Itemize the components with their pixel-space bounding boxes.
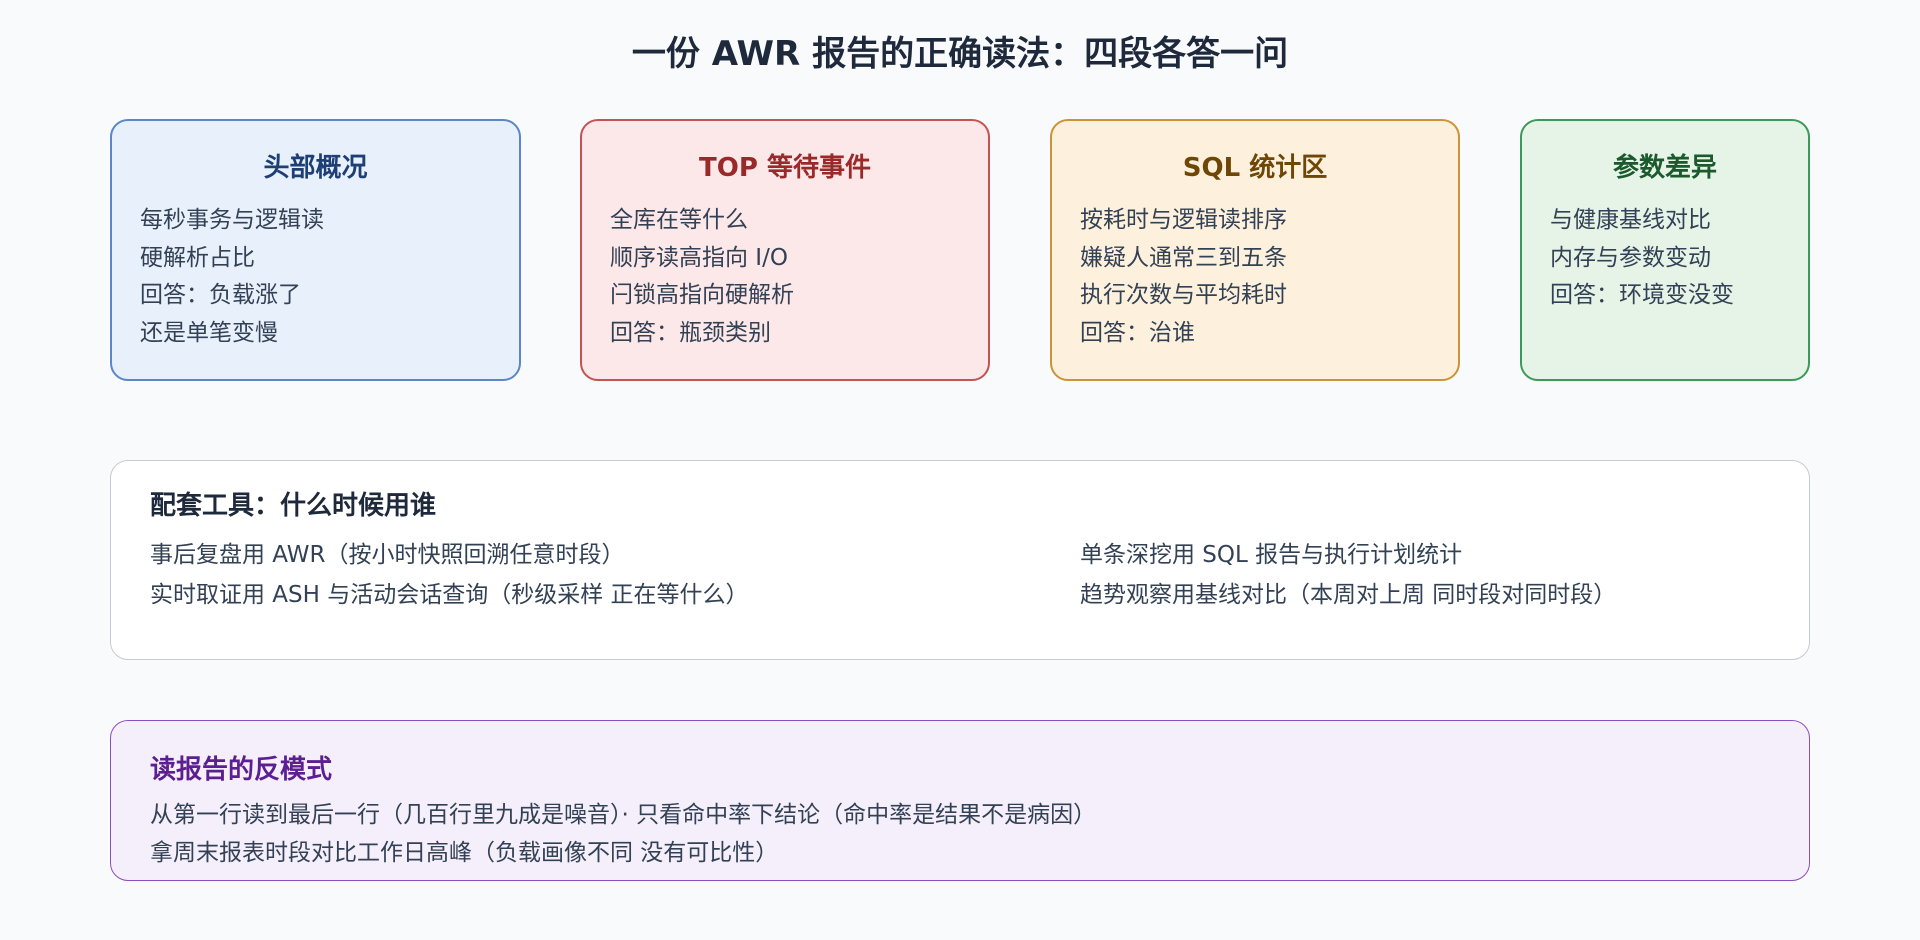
card-line: 与健康基线对比 [1550,207,1711,233]
card-line: 内存与参数变动 [1550,244,1711,271]
card-title: 头部概况 [263,153,368,183]
card-line: 还是单笔变慢 [140,319,278,346]
tool-item: 实时取证用 ASH 与活动会话查询（秒级采样 正在等什么） [150,582,749,608]
page-title: 一份 AWR 报告的正确读法：四段各答一问 [631,34,1289,74]
anti-patterns-panel: 读报告的反模式 从第一行读到最后一行（几百行里九成是噪音）· 只看命中率下结论（… [110,720,1810,881]
card-line: 硬解析占比 [140,244,255,271]
diagram-page: 一份 AWR 报告的正确读法：四段各答一问 头部概况 每秒事务与逻辑读 硬解析占… [0,0,1920,940]
anti-pattern-line: 拿周末报表时段对比工作日高峰（负载画像不同 没有可比性） [150,840,779,866]
tool-item: 单条深挖用 SQL 报告与执行计划统计 [1080,542,1463,568]
card-line: 回答：瓶颈类别 [610,319,771,346]
anti-pattern-line: 从第一行读到最后一行（几百行里九成是噪音）· 只看命中率下结论（命中率是结果不是… [150,802,1097,828]
card-sql-stats: SQL 统计区 按耗时与逻辑读排序 嫌疑人通常三到五条 执行次数与平均耗时 回答… [1050,119,1460,381]
card-line: 回答：环境变没变 [1550,282,1734,308]
card-line: 按耗时与逻辑读排序 [1080,207,1287,233]
card-title: 参数差异 [1612,153,1717,183]
card-title: TOP 等待事件 [699,153,871,183]
card-line: 执行次数与平均耗时 [1080,282,1287,308]
card-header-overview: 头部概况 每秒事务与逻辑读 硬解析占比 回答：负载涨了 还是单笔变慢 [110,119,521,381]
card-title: SQL 统计区 [1182,153,1328,183]
card-top-wait-events: TOP 等待事件 全库在等什么 顺序读高指向 I/O 闩锁高指向硬解析 回答：瓶… [580,119,990,381]
card-line: 嫌疑人通常三到五条 [1080,244,1287,271]
card-line: 每秒事务与逻辑读 [140,207,324,233]
tools-panel: 配套工具：什么时候用谁 事后复盘用 AWR（按小时快照回溯任意时段） 实时取证用… [110,460,1810,660]
card-line: 回答：负载涨了 [140,282,301,308]
card-line: 闩锁高指向硬解析 [610,282,794,308]
anti-patterns-title: 读报告的反模式 [150,755,333,785]
tool-item: 事后复盘用 AWR（按小时快照回溯任意时段） [150,542,625,568]
card-parameter-diff: 参数差异 与健康基线对比 内存与参数变动 回答：环境变没变 [1520,119,1810,381]
card-line: 全库在等什么 [610,207,748,233]
card-line: 顺序读高指向 I/O [610,244,788,271]
tool-item: 趋势观察用基线对比（本周对上周 同时段对同时段） [1080,582,1617,608]
card-line: 回答：治谁 [1080,319,1195,346]
tools-title: 配套工具：什么时候用谁 [150,491,437,521]
